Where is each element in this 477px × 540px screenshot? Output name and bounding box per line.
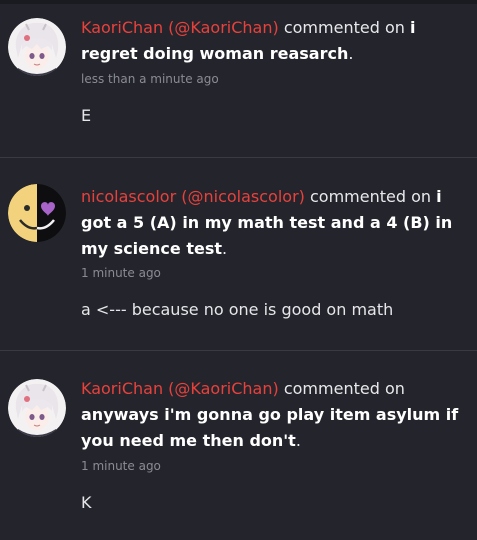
half-smiley-avatar-icon: [8, 184, 66, 242]
action-text: commented on: [283, 379, 405, 398]
timestamp: 1 minute ago: [81, 266, 161, 280]
post-title-link[interactable]: anyways i'm gonna go play item asylum if…: [81, 405, 458, 450]
title-period: .: [221, 239, 228, 258]
activity-feed: KaoriChan (@KaoriChan) commented on i re…: [0, 0, 477, 540]
anime-girl-avatar-icon: [8, 379, 66, 437]
comment-header: KaoriChan (@KaoriChan) commented on anyw…: [81, 376, 467, 454]
action-text: commented on: [283, 18, 405, 37]
comment-header: nicolascolor (@nicolascolor) commented o…: [81, 184, 467, 262]
username-link[interactable]: nicolascolor (@nicolascolor): [81, 187, 305, 206]
comment-item: KaoriChan (@KaoriChan) commented on i re…: [0, 4, 477, 157]
comment-body: E: [81, 106, 92, 125]
user-avatar[interactable]: [8, 184, 66, 242]
title-period: .: [295, 431, 301, 450]
comment-header: KaoriChan (@KaoriChan) commented on i re…: [81, 15, 467, 67]
title-period: .: [348, 44, 354, 63]
comment-body: K: [81, 493, 92, 512]
anime-girl-avatar-icon: [8, 18, 66, 76]
action-text: commented on: [309, 187, 432, 206]
comment-item: KaoriChan (@KaoriChan) commented on anyw…: [0, 350, 477, 540]
timestamp: less than a minute ago: [81, 72, 219, 86]
comment-item: nicolascolor (@nicolascolor) commented o…: [0, 157, 477, 350]
username-link[interactable]: KaoriChan (@KaoriChan): [81, 18, 279, 37]
comment-body: a <--- because no one is good on math: [81, 300, 394, 319]
username-link[interactable]: KaoriChan (@KaoriChan): [81, 379, 279, 398]
user-avatar[interactable]: [8, 379, 66, 437]
user-avatar[interactable]: [8, 18, 66, 76]
timestamp: 1 minute ago: [81, 459, 161, 473]
